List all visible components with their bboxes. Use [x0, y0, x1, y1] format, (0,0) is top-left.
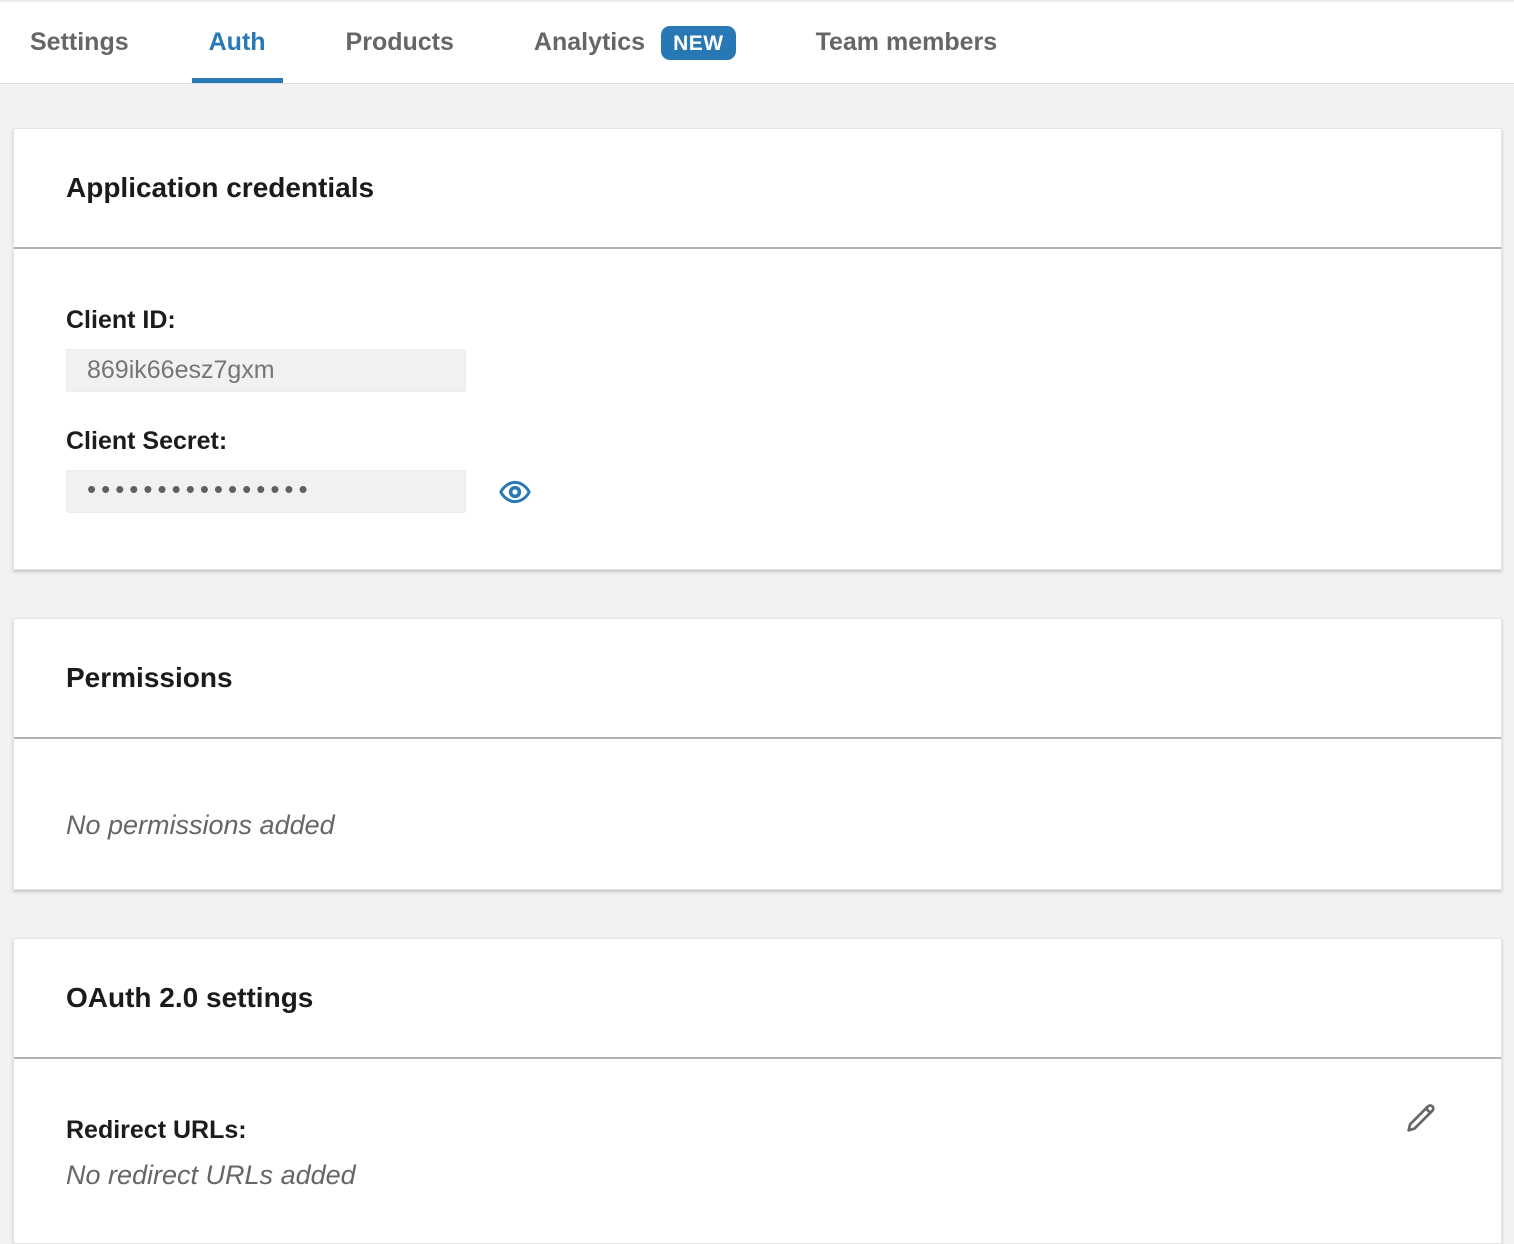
tab-settings-label: Settings [30, 28, 129, 57]
client-secret-label: Client Secret: [66, 426, 1449, 456]
oauth-settings-body: Redirect URLs: No redirect URLs added [14, 1059, 1501, 1243]
oauth-settings-title: OAuth 2.0 settings [66, 981, 1449, 1015]
application-credentials-body: Client ID: 869ik66esz7gxm Client Secret:… [14, 249, 1501, 569]
oauth-settings-header: OAuth 2.0 settings [14, 939, 1501, 1059]
client-id-value: 869ik66esz7gxm [87, 356, 275, 385]
edit-redirect-urls-button[interactable] [1401, 1095, 1441, 1139]
client-secret-masked-value: •••••••••••••••• [87, 476, 313, 502]
auth-tab-content: Application credentials Client ID: 869ik… [0, 84, 1514, 1244]
client-id-label: Client ID: [66, 305, 1449, 335]
permissions-header: Permissions [14, 619, 1501, 739]
application-credentials-title: Application credentials [66, 171, 1449, 205]
oauth-settings-card: OAuth 2.0 settings Redirect URLs: No red… [13, 938, 1502, 1244]
tab-products[interactable]: Products [346, 2, 454, 83]
permissions-body: No permissions added [14, 739, 1501, 889]
redirect-urls-label: Redirect URLs: [66, 1115, 1449, 1145]
tab-team-members-label: Team members [816, 28, 998, 57]
tab-auth-label: Auth [209, 28, 266, 57]
permissions-card: Permissions No permissions added [13, 618, 1502, 890]
eye-icon [498, 475, 532, 509]
redirect-urls-empty-text: No redirect URLs added [66, 1159, 1449, 1191]
tab-analytics-label: Analytics [534, 28, 645, 57]
client-secret-field[interactable]: •••••••••••••••• [66, 470, 466, 513]
tab-bar: Settings Auth Products Analytics NEW Tea… [0, 0, 1514, 84]
pencil-icon [1402, 1096, 1440, 1138]
reveal-secret-button[interactable] [498, 475, 532, 509]
new-badge: NEW [661, 26, 736, 60]
permissions-empty-text: No permissions added [66, 809, 1449, 841]
application-credentials-card: Application credentials Client ID: 869ik… [13, 128, 1502, 570]
tab-products-label: Products [346, 28, 454, 57]
application-credentials-header: Application credentials [14, 129, 1501, 249]
client-id-field[interactable]: 869ik66esz7gxm [66, 349, 466, 392]
tab-team-members[interactable]: Team members [816, 2, 998, 83]
tab-analytics[interactable]: Analytics NEW [534, 2, 736, 83]
tab-auth[interactable]: Auth [209, 2, 266, 83]
permissions-title: Permissions [66, 661, 1449, 695]
tab-settings[interactable]: Settings [30, 2, 129, 83]
